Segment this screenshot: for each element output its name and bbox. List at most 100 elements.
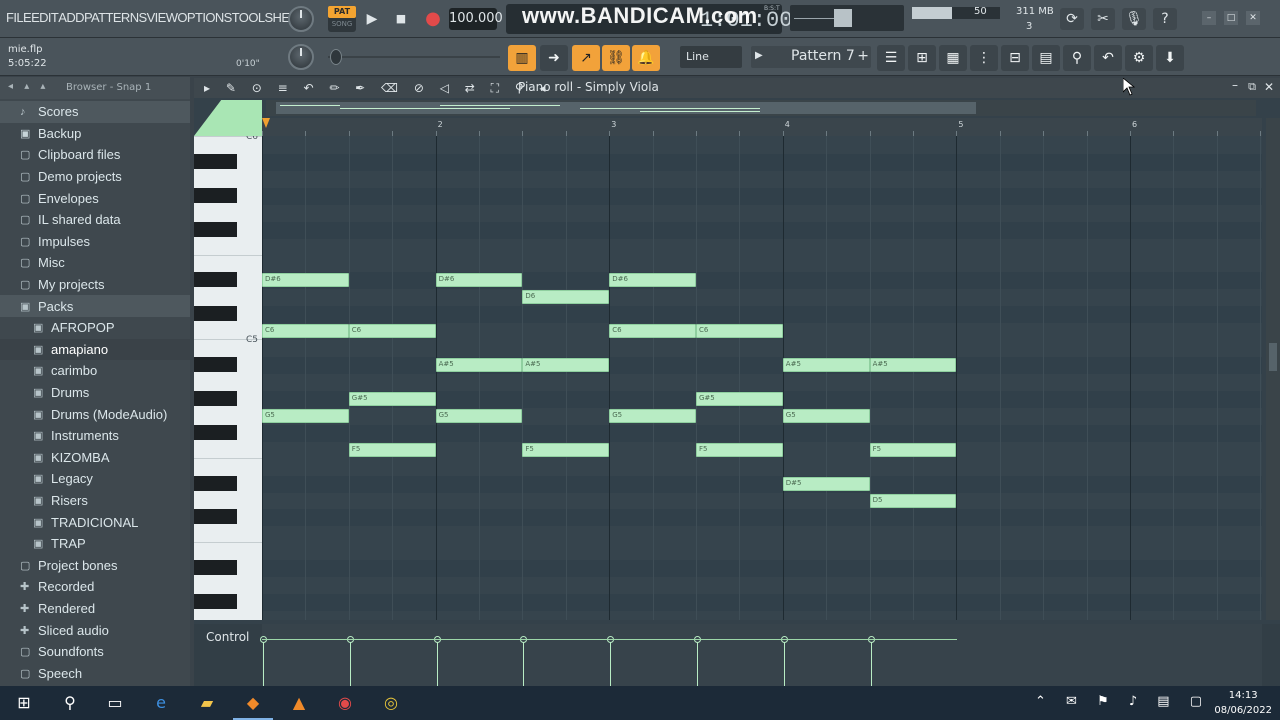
- note[interactable]: F5: [869, 442, 957, 457]
- link-icon[interactable]: ⛓: [602, 45, 630, 71]
- files-icon[interactable]: ▤: [1032, 45, 1060, 71]
- vscroll-thumb[interactable]: [1269, 343, 1277, 371]
- browser-item[interactable]: ▣ TRAP: [0, 533, 190, 555]
- browser-item[interactable]: ✚ Sliced audio: [0, 619, 190, 641]
- note[interactable]: D#6: [609, 273, 696, 288]
- pencil-tool-icon[interactable]: ↗: [572, 45, 600, 71]
- browser-item[interactable]: ▢ Speech: [0, 662, 190, 684]
- note[interactable]: D5: [869, 493, 957, 508]
- black-key[interactable]: [194, 424, 237, 440]
- black-key[interactable]: [194, 306, 237, 322]
- task-view-icon[interactable]: ▭: [103, 691, 127, 715]
- black-key[interactable]: [194, 390, 237, 406]
- vertical-scrollbar[interactable]: [1266, 118, 1280, 620]
- browser-item[interactable]: ▣ amapiano: [0, 338, 190, 361]
- note[interactable]: D#6: [435, 273, 523, 288]
- pr-maximize-icon[interactable]: ⧉: [1248, 80, 1256, 94]
- browser-item[interactable]: ♪ Scores: [0, 101, 190, 123]
- piano-roll-window-icon[interactable]: ⊞: [908, 45, 936, 71]
- black-key[interactable]: [194, 153, 237, 169]
- piano-roll-tools-icon[interactable]: ▸ ✎ ⊙ ≡ ↶ ✏ ✒ ⌫ ⊘ ◁ ⇄ ⛶ ⚲ ◂: [204, 81, 551, 96]
- record-button[interactable]: ●: [421, 8, 445, 30]
- black-key[interactable]: [194, 560, 237, 576]
- browser-item[interactable]: ▣ AFROPOP: [0, 317, 190, 339]
- pr-close-icon[interactable]: ✕: [1264, 80, 1274, 94]
- metronome-icon[interactable]: 🔔: [632, 45, 660, 71]
- black-key[interactable]: [194, 509, 237, 525]
- pat-song-toggle[interactable]: PAT SONG: [328, 6, 356, 32]
- windows-start-icon[interactable]: ⊞: [12, 691, 36, 715]
- note[interactable]: G5: [609, 408, 696, 423]
- browser-item[interactable]: ▢ Envelopes: [0, 187, 190, 209]
- note[interactable]: G5: [435, 408, 523, 423]
- note[interactable]: D#5: [782, 476, 870, 491]
- piano-keyboard[interactable]: C6 C5: [194, 136, 262, 620]
- browser-item[interactable]: ▣ Instruments: [0, 425, 190, 447]
- note[interactable]: A#5: [782, 358, 870, 373]
- browser-item[interactable]: ▣ Drums (ModeAudio): [0, 403, 190, 425]
- note[interactable]: A#5: [869, 358, 957, 373]
- browser-item[interactable]: ▣ KIZOMBA: [0, 447, 190, 469]
- download-icon[interactable]: ⬇: [1156, 45, 1184, 71]
- browser-item[interactable]: ▢ Misc: [0, 252, 190, 274]
- stop-button[interactable]: ■: [389, 8, 413, 30]
- maximize-icon[interactable]: □: [1224, 11, 1238, 25]
- note[interactable]: C6: [609, 324, 696, 339]
- note[interactable]: A#5: [522, 358, 610, 373]
- minimize-icon[interactable]: –: [1202, 11, 1216, 25]
- browser-nav-icon[interactable]: ◂ ▴ ▴: [8, 81, 49, 92]
- velocity-stem[interactable]: [520, 636, 528, 686]
- browser-item[interactable]: ▣ Legacy: [0, 468, 190, 490]
- playlist-icon[interactable]: ☰: [877, 45, 905, 71]
- chrome-icon[interactable]: ◎: [379, 691, 403, 715]
- menu-tools[interactable]: TOOLS: [232, 10, 273, 25]
- master-pitch-knob[interactable]: [288, 44, 314, 70]
- note[interactable]: G#5: [348, 391, 436, 406]
- undo-icon[interactable]: ↶: [1094, 45, 1122, 71]
- note[interactable]: F5: [348, 442, 436, 457]
- play-button[interactable]: ▶: [360, 8, 384, 30]
- pr-minimize-icon[interactable]: –: [1232, 78, 1238, 92]
- browser-item[interactable]: ▢ Demo projects: [0, 166, 190, 188]
- browser-item[interactable]: ▢ Project bones: [0, 554, 190, 576]
- pattern-arrow-icon[interactable]: ▶: [755, 50, 763, 61]
- refresh-icon[interactable]: ⟳: [1060, 8, 1084, 30]
- browser-item[interactable]: ▣ Backup: [0, 123, 190, 145]
- playhead-marker[interactable]: [262, 118, 270, 128]
- master-pitch-slider[interactable]: [328, 48, 500, 66]
- black-key[interactable]: [194, 221, 237, 237]
- velocity-stem[interactable]: [694, 636, 701, 686]
- fl-studio-icon[interactable]: ◆: [241, 691, 265, 715]
- horizontal-scrollbar[interactable]: [266, 100, 1256, 116]
- velocity-stem[interactable]: [867, 636, 875, 686]
- arrow-right-icon[interactable]: ➜: [540, 45, 568, 71]
- channel-rack-icon[interactable]: ▦: [939, 45, 967, 71]
- browser-item[interactable]: ▣ carimbo: [0, 360, 190, 382]
- tools-icon[interactable]: ✂: [1091, 8, 1115, 30]
- black-key[interactable]: [194, 475, 237, 491]
- note[interactable]: F5: [522, 442, 610, 457]
- menu-view[interactable]: VIEW: [147, 10, 178, 25]
- velocity-stem[interactable]: [346, 636, 354, 686]
- note[interactable]: G5: [262, 408, 349, 423]
- search-icon[interactable]: ⚲: [58, 691, 82, 715]
- note[interactable]: C6: [262, 324, 349, 339]
- snap-selector[interactable]: Line: [680, 46, 742, 68]
- menu-file[interactable]: FILE: [6, 10, 32, 25]
- add-pattern-icon[interactable]: +: [857, 48, 869, 64]
- slider-thumb[interactable]: [330, 49, 342, 65]
- note[interactable]: F5: [696, 442, 783, 457]
- browser-item[interactable]: ▣ Drums: [0, 382, 190, 404]
- menu-add[interactable]: ADD: [58, 10, 84, 25]
- bandicam-icon[interactable]: ◉: [333, 691, 357, 715]
- help-icon[interactable]: ?: [1153, 8, 1177, 30]
- time-ruler[interactable]: 2 3 4 5 6: [262, 118, 1262, 136]
- black-key[interactable]: [194, 272, 237, 288]
- piano-roll-icon[interactable]: ▥: [508, 45, 536, 71]
- microphone-icon[interactable]: 🎙: [1122, 8, 1146, 30]
- note-grid[interactable]: D#6 C6 G5 C6 G#5 F5 D#6 A#5 G5 D6 A#5 F5 D#6 C6 G5 C6 G#…: [262, 136, 1262, 620]
- tempo-display[interactable]: 100.000: [449, 8, 503, 30]
- black-key[interactable]: [194, 357, 237, 373]
- menu-options[interactable]: OPTIONS: [177, 10, 232, 25]
- velocity-stem[interactable]: [780, 636, 788, 686]
